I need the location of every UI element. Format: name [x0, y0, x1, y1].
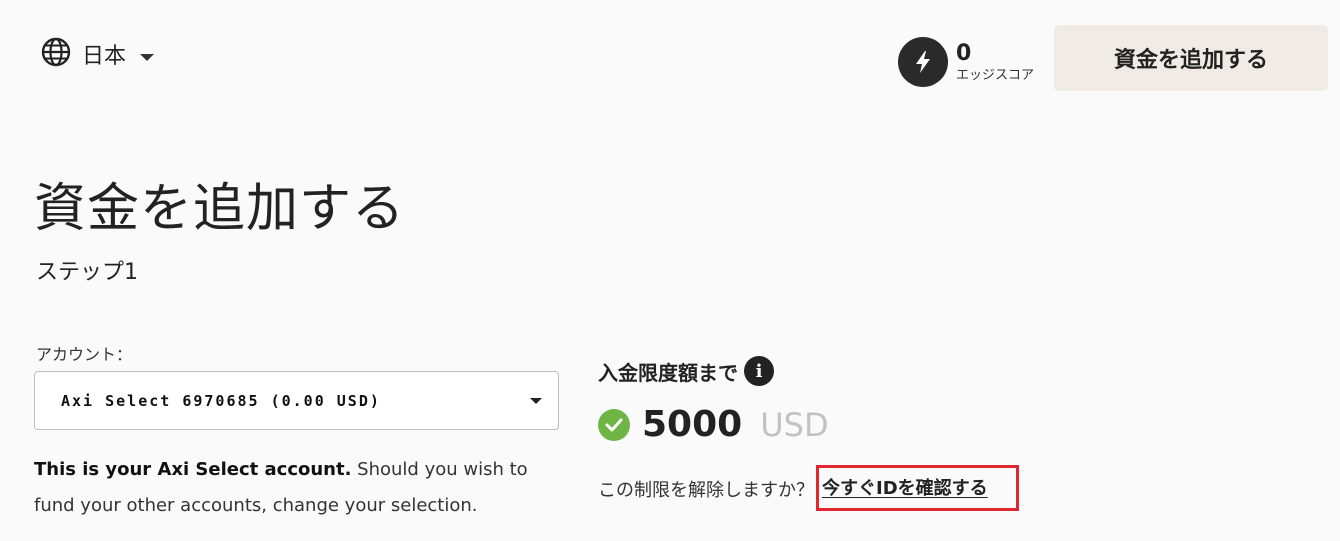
language-label: 日本: [82, 44, 127, 69]
chevron-down-icon: [530, 398, 542, 404]
edge-score-value: 0: [956, 40, 972, 66]
check-circle-icon: [598, 408, 630, 441]
remove-limit-row: この制限を解除しますか？ 今すぐIDを確認する: [598, 465, 1019, 511]
account-help-bold: This is your Axi Select account.: [34, 459, 352, 480]
account-select[interactable]: Axi Select 6970685 (0.00 USD): [34, 371, 559, 430]
globe-icon: [40, 36, 72, 72]
deposit-limit-amount-row: 5000 USD: [598, 404, 829, 445]
remove-limit-question: この制限を解除しますか？: [598, 480, 814, 501]
deposit-limit-title: 入金限度額まで i: [598, 356, 774, 386]
edge-score-text: 0 エッジスコア: [956, 40, 1035, 83]
lightning-icon: [898, 37, 948, 87]
step-label: ステップ1: [36, 260, 138, 285]
edge-score-label: エッジスコア: [956, 67, 1035, 83]
chevron-down-icon: [140, 53, 155, 61]
account-help-text: This is your Axi Select account. Should …: [34, 452, 554, 524]
page: 日本 0 エッジスコア 資金を追加する 資金を追加する ステップ1 アカウント：…: [0, 0, 1340, 541]
language-selector[interactable]: 日本: [40, 36, 155, 72]
deposit-limit-title-text: 入金限度額まで: [598, 360, 738, 385]
account-select-value: Axi Select 6970685 (0.00 USD): [61, 391, 381, 410]
edge-score[interactable]: 0 エッジスコア: [898, 37, 1034, 87]
add-funds-button[interactable]: 資金を追加する: [1054, 25, 1328, 91]
deposit-limit-amount: 5000: [642, 404, 743, 445]
deposit-limit-currency: USD: [760, 405, 829, 444]
page-title: 資金を追加する: [34, 179, 406, 239]
account-label: アカウント：: [36, 345, 133, 364]
verify-highlight-box: 今すぐIDを確認する: [816, 465, 1019, 511]
info-icon[interactable]: i: [744, 356, 774, 386]
verify-id-link[interactable]: 今すぐIDを確認する: [822, 478, 988, 499]
